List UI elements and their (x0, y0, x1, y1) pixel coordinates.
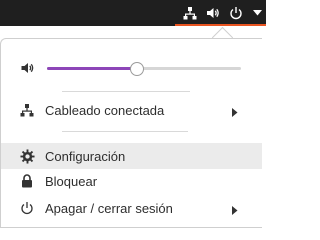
speaker-icon (20, 61, 35, 80)
power-off-logout-label: Apagar / cerrar sesión (45, 200, 173, 216)
separator (62, 131, 188, 132)
gear-icon (19, 148, 35, 164)
power-icon[interactable] (229, 0, 243, 26)
separator (62, 91, 190, 92)
speaker-icon[interactable] (206, 0, 220, 26)
volume-slider-fill (47, 67, 137, 70)
network-wired-icon[interactable] (183, 0, 197, 26)
volume-slider[interactable] (47, 62, 241, 76)
submenu-arrow-icon (232, 105, 238, 120)
settings-item[interactable]: Configuración (1, 143, 262, 169)
lock-item[interactable]: Bloquear (1, 168, 262, 194)
lock-label: Bloquear (45, 173, 98, 189)
power-off-logout-item[interactable]: Apagar / cerrar sesión (1, 195, 262, 221)
volume-slider-handle[interactable] (130, 62, 145, 76)
wired-connection-item[interactable]: Cableado conectada (1, 97, 262, 123)
active-indicator (175, 24, 266, 26)
caret-down-icon[interactable] (253, 0, 262, 26)
volume-row (20, 60, 246, 78)
network-wired-icon (19, 102, 35, 118)
wired-connection-label: Cableado conectada (45, 102, 165, 118)
top-bar (0, 0, 266, 26)
power-icon (19, 200, 35, 216)
settings-label: Configuración (45, 148, 126, 164)
lock-icon (19, 173, 35, 189)
submenu-arrow-icon (232, 203, 238, 218)
